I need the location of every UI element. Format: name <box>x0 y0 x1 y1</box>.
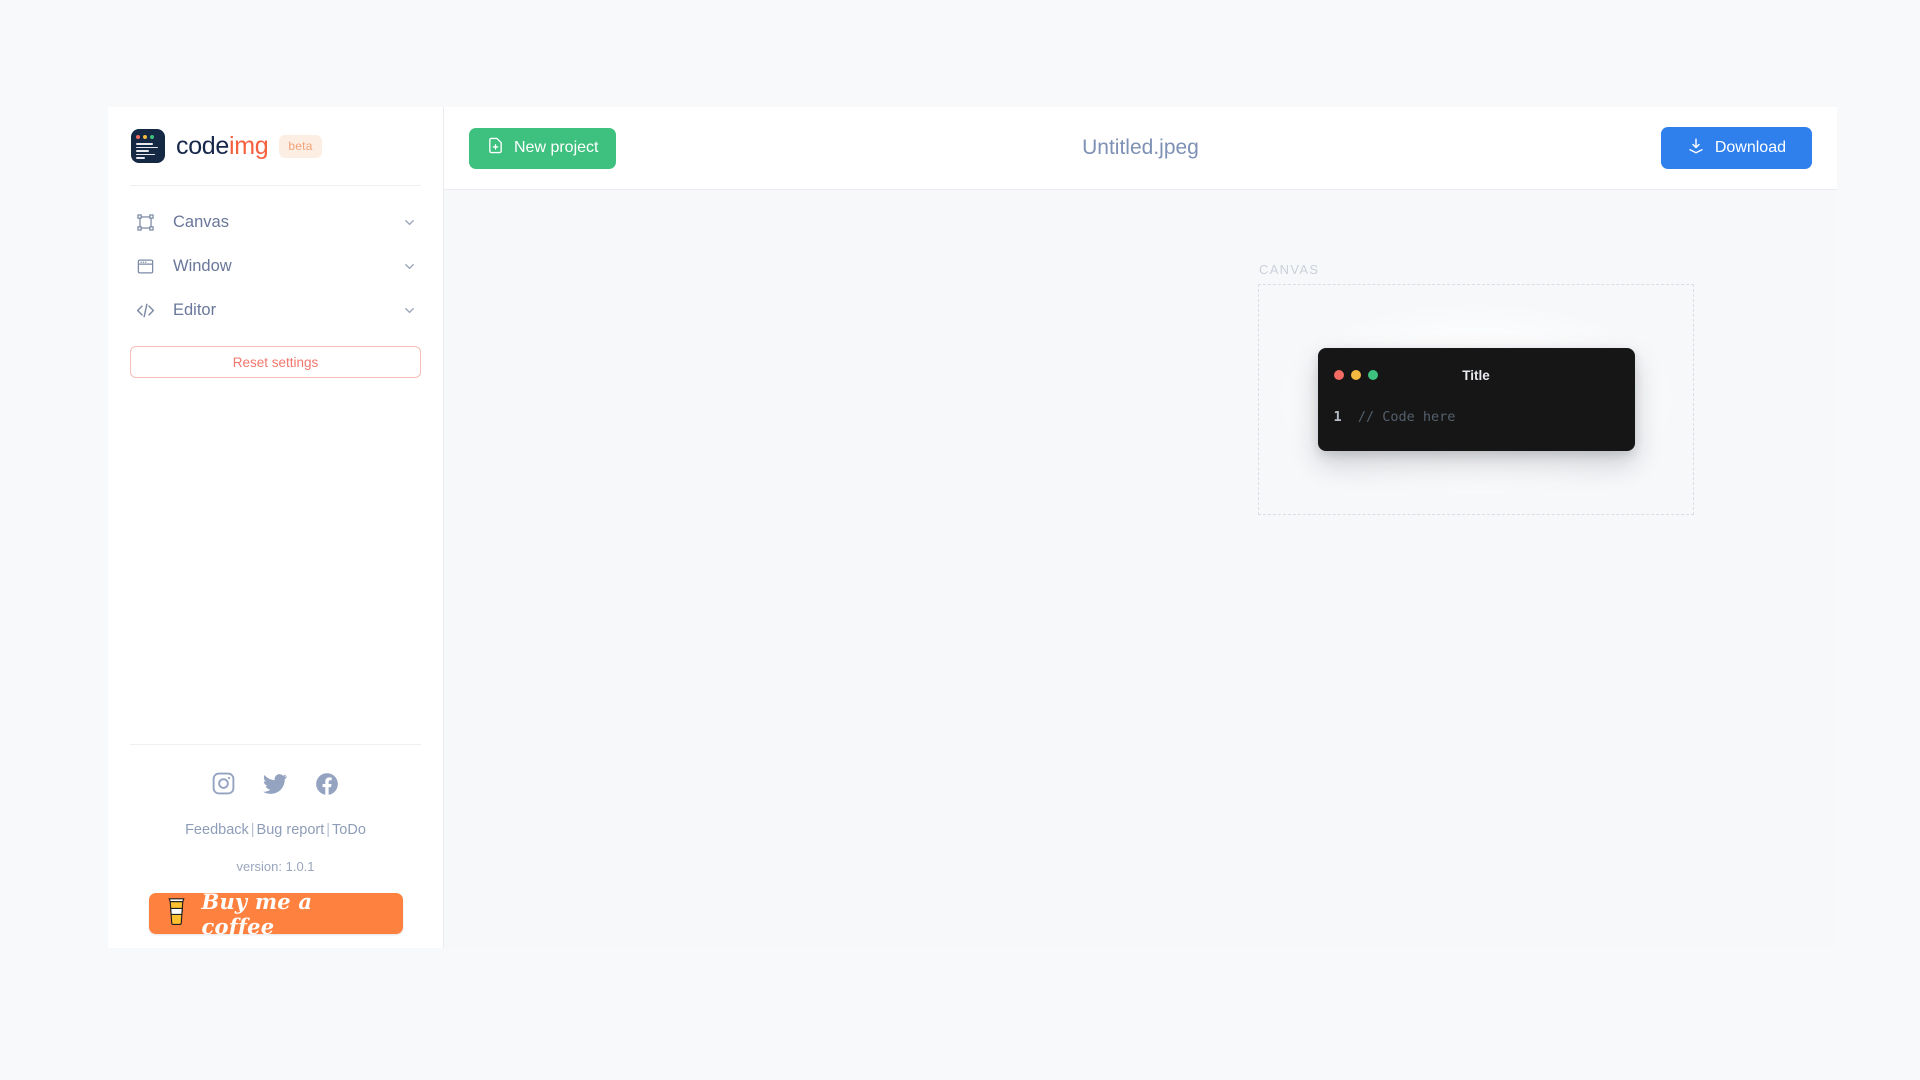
code-line-number: 1 <box>1333 409 1342 425</box>
file-plus-icon <box>487 137 504 159</box>
facebook-icon[interactable] <box>314 771 340 802</box>
sidebar-item-editor[interactable]: Editor <box>130 288 421 332</box>
app-window: codeimg beta Canvas Window Editor Reset … <box>108 107 1837 948</box>
chevron-down-icon[interactable] <box>402 215 417 230</box>
browser-window-icon <box>134 255 156 277</box>
sidebar: codeimg beta Canvas Window Editor Reset … <box>108 107 444 948</box>
logo[interactable]: codeimg beta <box>130 107 421 185</box>
chevron-down-icon[interactable] <box>402 259 417 274</box>
instagram-icon[interactable] <box>211 771 236 802</box>
sidebar-footer: Feedback | Bug report | ToDo version: 1.0.1 … <box>130 745 421 948</box>
chevron-down-icon[interactable] <box>402 303 417 318</box>
workspace: CANVAS Title 1 // Code here <box>444 190 1837 948</box>
document-title: Untitled.jpeg <box>1082 136 1199 159</box>
footer-links: Feedback | Bug report | ToDo <box>130 822 421 838</box>
canvas-label: CANVAS <box>1259 262 1320 277</box>
download-button[interactable]: Download <box>1660 127 1812 169</box>
beta-badge: beta <box>279 134 322 158</box>
sidebar-item-label: Canvas <box>173 212 229 231</box>
sidebar-item-canvas[interactable]: Canvas <box>130 200 421 244</box>
code-window-preview[interactable]: Title 1 // Code here <box>1317 348 1635 451</box>
codeimg-logo-icon <box>131 129 165 163</box>
link-separator: | <box>326 822 331 838</box>
feedback-link[interactable]: Feedback <box>185 822 249 838</box>
code-line-text[interactable]: // Code here <box>1358 409 1456 425</box>
transform-frame-icon <box>134 211 156 233</box>
code-window-title[interactable]: Title <box>1318 368 1635 383</box>
sidebar-item-window[interactable]: Window <box>130 244 421 288</box>
new-project-label: New project <box>514 139 599 156</box>
logo-text-primary: code <box>176 131 230 160</box>
sidebar-item-label: Editor <box>173 300 217 319</box>
sidebar-item-label: Window <box>173 256 232 275</box>
main-area: New project Untitled.jpeg Download CANVA… <box>444 107 1837 948</box>
canvas-dropzone[interactable]: Title 1 // Code here <box>1258 284 1694 515</box>
download-label: Download <box>1714 139 1786 156</box>
code-brackets-icon <box>134 299 156 321</box>
toolbar: New project Untitled.jpeg Download <box>444 107 1837 190</box>
code-editor-content[interactable]: 1 // Code here <box>1318 386 1635 451</box>
bug-report-link[interactable]: Bug report <box>257 822 325 838</box>
link-separator: | <box>250 822 255 838</box>
todo-link[interactable]: ToDo <box>332 822 366 838</box>
sidebar-menu: Canvas Window Editor <box>130 186 421 332</box>
new-project-button[interactable]: New project <box>469 127 617 169</box>
reset-settings-button[interactable]: Reset settings <box>130 346 421 378</box>
coffee-button-label: Buy me a coffee <box>201 888 313 939</box>
twitter-icon[interactable] <box>262 771 288 802</box>
logo-text-accent: img <box>229 131 269 160</box>
logo-wordmark: codeimg <box>176 131 269 161</box>
buy-me-a-coffee-button[interactable]: Buy me a coffee <box>148 889 403 939</box>
social-links <box>130 745 421 802</box>
canvas-area: CANVAS Title 1 // Code here <box>1258 262 1694 515</box>
version-label: version: 1.0.1 <box>236 859 315 874</box>
code-window-titlebar: Title <box>1318 364 1635 386</box>
coffee-cup-icon <box>165 897 188 930</box>
download-icon <box>1687 137 1705 160</box>
